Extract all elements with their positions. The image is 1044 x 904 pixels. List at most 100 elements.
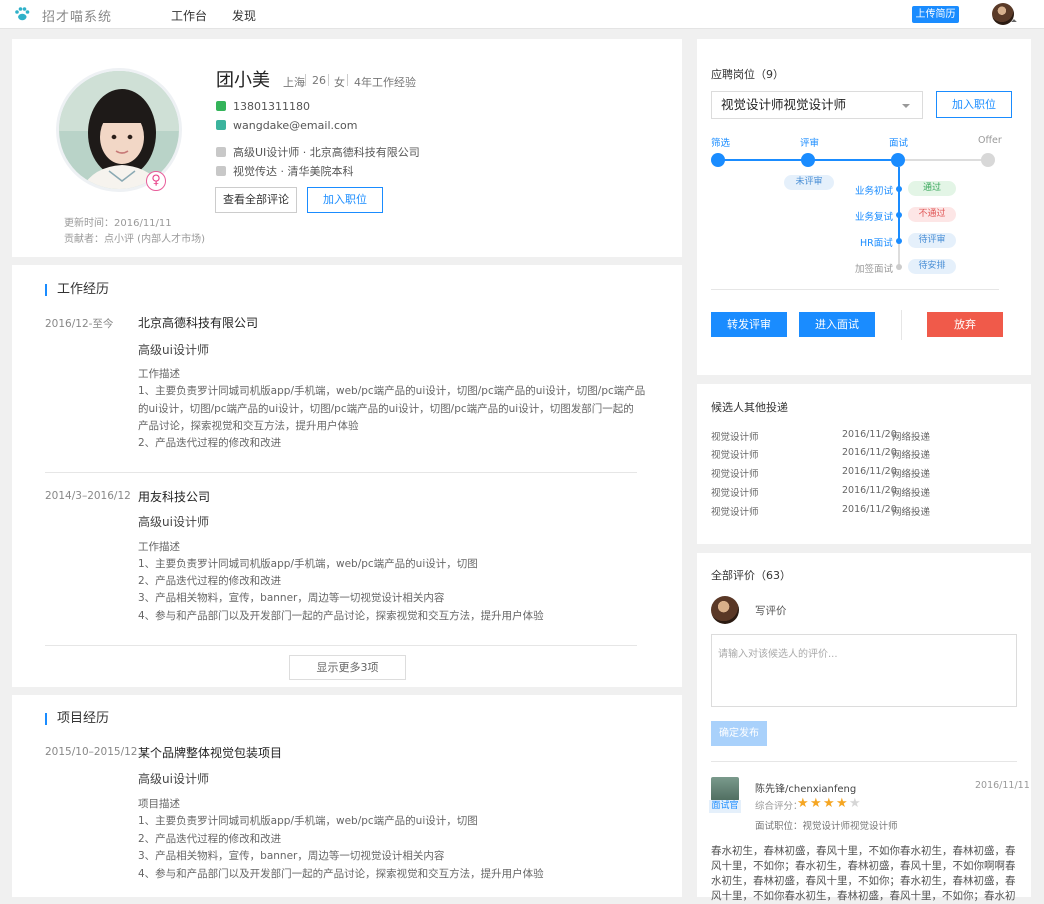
- education-row: 视觉传达 · 清华美院本科: [216, 163, 354, 179]
- step-label-offer: Offer: [978, 135, 1002, 146]
- email-row: wangdake@email.com: [216, 119, 358, 132]
- briefcase-icon: [216, 147, 226, 157]
- position-title: 应聘岗位（9）: [711, 68, 784, 81]
- reviewer-avatar: [711, 777, 739, 801]
- star-filled-icon: ★: [797, 796, 809, 811]
- interview-round-name: 业务复试: [855, 212, 894, 223]
- meta-divider: [347, 74, 348, 86]
- application-job: 视觉设计师: [711, 507, 759, 518]
- step-dot-review[interactable]: [801, 153, 815, 167]
- female-gender-icon: ♀: [146, 171, 166, 191]
- star-empty-icon: ★: [849, 796, 861, 811]
- interview-status-tag: 待评审: [908, 233, 956, 248]
- project-name: 某个品牌整体视觉包装项目: [138, 746, 283, 760]
- show-more-button[interactable]: 显示更多3项: [289, 655, 406, 680]
- candidate-name: 团小美: [216, 70, 270, 91]
- my-avatar: [711, 596, 739, 624]
- step-label-review: 评审: [800, 138, 820, 149]
- application-channel: 网络投递: [892, 450, 931, 461]
- position-select-value: 视觉设计师视觉设计师: [721, 97, 847, 112]
- step-dot-screening[interactable]: [711, 153, 725, 167]
- application-job: 视觉设计师: [711, 450, 759, 461]
- interview-line: [898, 167, 900, 243]
- work-desc-line: 3、产品相关物料，宣传，banner，周边等一切视觉设计相关内容: [138, 592, 445, 604]
- candidate-gender: 女: [334, 76, 345, 89]
- review-text: 春水初生，春林初盛，春风十里，不如你春水初生，春林初盛，春风十里，不如你；春水初…: [711, 845, 1016, 902]
- current-job: 高级UI设计师 · 北京高德科技有限公司: [233, 146, 420, 159]
- step-label-screening: 筛选: [711, 138, 731, 149]
- rating-label: 综合评分：: [755, 801, 803, 812]
- application-channel: 网络投递: [892, 488, 931, 499]
- application-date: 2016/11/20: [842, 466, 897, 477]
- project-desc-title: 项目描述: [138, 798, 180, 810]
- star-filled-icon: ★: [823, 796, 835, 811]
- star-filled-icon: ★: [836, 796, 848, 811]
- interview-line-pending: [898, 243, 900, 266]
- application-date: 2016/11/20: [842, 504, 897, 515]
- application-channel: 网络投递: [892, 432, 931, 443]
- publish-button[interactable]: 确定发布: [711, 721, 767, 746]
- meta-divider: [305, 74, 306, 86]
- work-desc-title: 工作描述: [138, 541, 180, 553]
- contributor: 贡献者：点小评 (内部人才市场): [64, 234, 205, 245]
- work-role: 高级ui设计师: [138, 515, 209, 529]
- divider: [711, 761, 1017, 762]
- work-section-title: 工作经历: [45, 283, 109, 296]
- write-review-label: 写评价: [755, 605, 787, 617]
- work-desc-title: 工作描述: [138, 368, 180, 380]
- interview-dot: [896, 264, 902, 270]
- step-dot-offer[interactable]: [981, 153, 995, 167]
- paw-logo-icon: [15, 7, 30, 21]
- work-desc-line: 4、参与和产品部门以及开发部门一起的产品讨论，探索视觉和交互方法，提升用户体验: [138, 610, 544, 622]
- application-channel: 网络投递: [892, 469, 931, 480]
- nav-discover[interactable]: 发现: [232, 7, 256, 24]
- add-to-job-button[interactable]: 加入职位: [307, 187, 383, 213]
- interview-round-name: HR面试: [860, 238, 893, 249]
- interview-round-name: 加签面试: [855, 264, 894, 275]
- project-role: 高级ui设计师: [138, 772, 209, 786]
- other-applications-title: 候选人其他投递: [711, 401, 788, 414]
- interviewer-badge: 面试官: [709, 800, 741, 813]
- work-desc-line: 1、主要负责罗计同城司机版app/手机端，web/pc端产品的ui设计，切图: [138, 558, 478, 570]
- forward-review-button[interactable]: 转发评审: [711, 312, 787, 337]
- candidate-experience: 4年工作经验: [354, 76, 416, 89]
- work-company: 北京高德科技有限公司: [138, 316, 259, 330]
- application-job: 视觉设计师: [711, 432, 759, 443]
- meta-divider: [328, 74, 329, 86]
- interview-round-name: 业务初试: [855, 186, 894, 197]
- work-desc-line: 2、产品迭代过程的修改和改进: [138, 575, 282, 587]
- step-dot-interview[interactable]: [891, 153, 905, 167]
- review-textarea[interactable]: 请输入对该候选人的评价...: [711, 634, 1017, 707]
- candidate-age: 26: [312, 74, 326, 87]
- star-filled-icon: ★: [810, 796, 822, 811]
- work-role: 高级ui设计师: [138, 343, 209, 357]
- project-desc-line: 4、参与和产品部门以及开发部门一起的产品讨论，探索视觉和交互方法，提升用户体验: [138, 868, 544, 880]
- project-section-title: 项目经历: [45, 712, 109, 725]
- graduation-cap-icon: [216, 166, 226, 176]
- nav-workbench[interactable]: 工作台: [171, 7, 207, 24]
- review-status-tag: 未评审: [784, 175, 834, 190]
- application-job: 视觉设计师: [711, 469, 759, 480]
- update-time: 更新时间：2016/11/11: [64, 218, 172, 229]
- abandon-button[interactable]: 放弃: [927, 312, 1003, 337]
- enter-interview-button[interactable]: 进入面试: [799, 312, 875, 337]
- upload-resume-button[interactable]: 上传简历: [912, 6, 959, 23]
- application-channel: 网络投递: [892, 507, 931, 518]
- top-bar: 招才喵系统 工作台 发现 上传简历: [0, 0, 1044, 29]
- add-position-button[interactable]: 加入职位: [936, 91, 1012, 118]
- candidate-city: 上海: [283, 76, 305, 89]
- view-all-reviews-button[interactable]: 查看全部评论: [215, 187, 297, 213]
- application-date: 2016/11/20: [842, 485, 897, 496]
- application-job: 视觉设计师: [711, 488, 759, 499]
- application-date: 2016/11/20: [842, 429, 897, 440]
- interview-status-tag: 待安排: [908, 259, 956, 274]
- interview-dot: [896, 238, 902, 244]
- project-desc-line: 1、主要负责罗计同城司机版app/手机端，web/pc端产品的ui设计，切图: [138, 815, 478, 827]
- job-row: 高级UI设计师 · 北京高德科技有限公司: [216, 144, 420, 160]
- project-desc-line: 2、产品迭代过程的修改和改进: [138, 833, 282, 845]
- position-select[interactable]: 视觉设计师视觉设计师: [711, 91, 923, 119]
- chevron-down-icon: [902, 104, 910, 108]
- app-title: 招才喵系统: [42, 10, 113, 25]
- interview-dot: [896, 212, 902, 218]
- project-desc-line: 3、产品相关物料，宣传，banner，周边等一切视觉设计相关内容: [138, 850, 445, 862]
